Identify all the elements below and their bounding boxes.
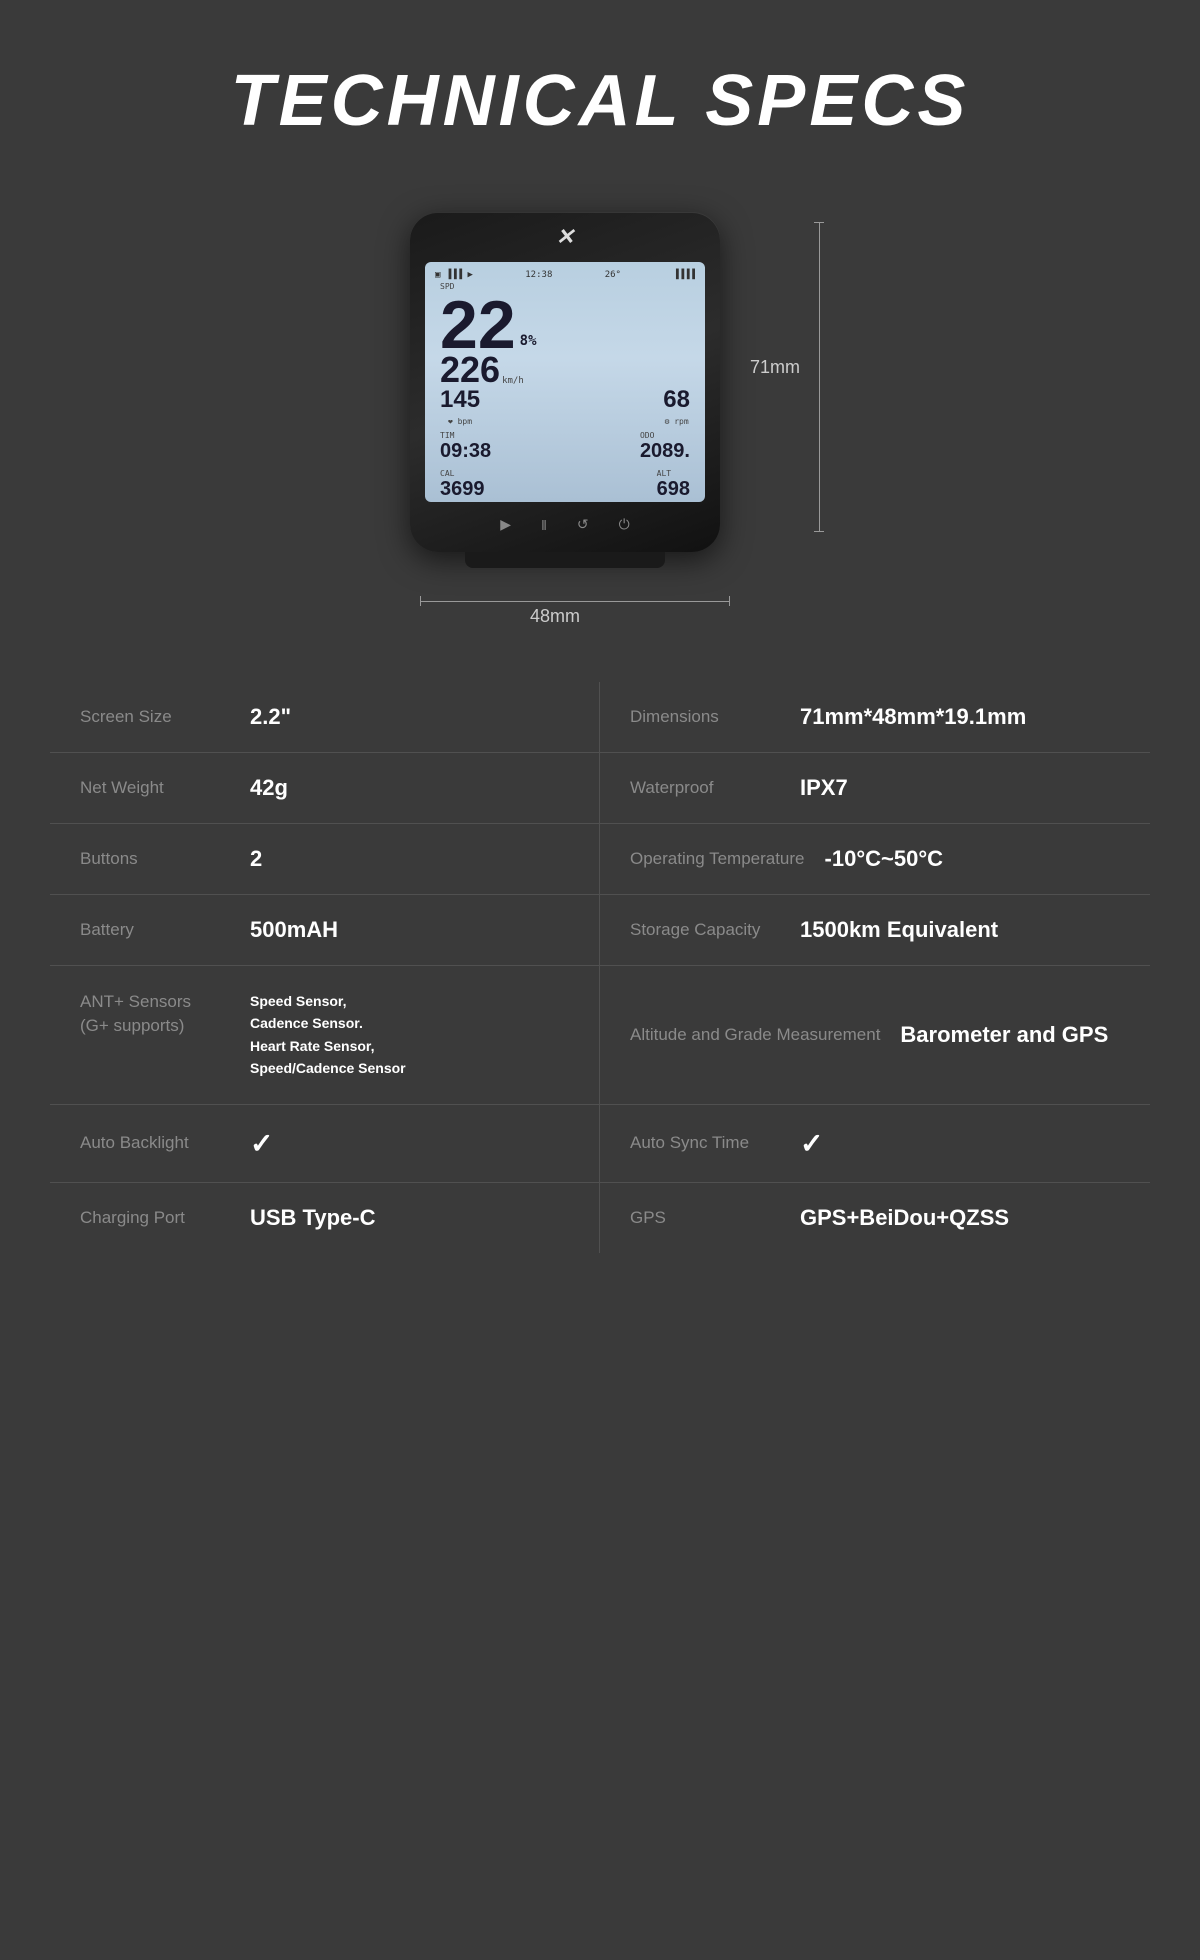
spec-value-ant: Speed Sensor, Cadence Sensor. Heart Rate… [250,990,406,1080]
spec-value-auto-backlight: ✓ [250,1127,273,1160]
screen-hr-metric: 145 ❤ bpm [440,386,480,427]
screen-bottom-row2: CAL 3699 ALT 698 [435,465,695,501]
pause-icon: ‖ [541,517,547,533]
screen-speed: 226 [440,349,500,391]
spec-value-buttons: 2 [250,846,262,872]
spec-value-gps: GPS+BeiDou+QZSS [800,1205,1009,1231]
screen-cadence-unit: ⚙ rpm [665,417,689,426]
spec-label-dimensions: Dimensions [630,705,780,729]
device-mount [465,552,665,568]
screen-alt: ALT 698 [657,469,690,501]
device-top: ✕ [410,212,720,262]
spec-label-battery: Battery [80,918,230,942]
play-icon: ▶ [500,516,511,533]
specs-row-0: Screen Size 2.2" Dimensions 71mm*48mm*19… [50,682,1150,753]
spec-label-screen-size: Screen Size [80,705,230,729]
spec-value-weight: 42g [250,775,288,801]
specs-row-2: Buttons 2 Operating Temperature -10°C~50… [50,824,1150,895]
spec-cell-battery: Battery 500mAH [50,895,600,965]
device-illustration: ✕ ▣ ▐▐▐ ▶ 12:38 26° ▐▐▐▐ SPD 22 8% [410,212,720,572]
screen-temp: 26° [605,270,621,280]
screen-tim: TIM 09:38 [440,431,491,463]
horizontal-dimension-line [420,601,730,602]
spec-value-waterproof: IPX7 [800,775,848,801]
screen-bottom-row: TIM 09:38 ODO 2089. [435,427,695,463]
horizontal-dimension-label: 48mm [530,606,580,627]
device-container: ✕ ▣ ▐▐▐ ▶ 12:38 26° ▐▐▐▐ SPD 22 8% [350,202,850,622]
spec-cell-auto-backlight: Auto Backlight ✓ [50,1105,600,1182]
spec-label-buttons: Buttons [80,847,230,871]
spec-label-waterproof: Waterproof [630,776,780,800]
specs-row-1: Net Weight 42g Waterproof IPX7 [50,753,1150,824]
spec-label-charging-port: Charging Port [80,1206,230,1230]
screen-sub-row: 145 ❤ bpm 68 ⚙ rpm [435,386,695,427]
spec-cell-weight: Net Weight 42g [50,753,600,823]
specs-row-3: Battery 500mAH Storage Capacity 1500km E… [50,895,1150,966]
spec-label-auto-backlight: Auto Backlight [80,1131,230,1155]
screen-kmh: km/h [502,376,524,386]
refresh-icon: ↺ [577,516,589,533]
power-icon: ⏻ [619,516,630,533]
screen-status-icons: ▣ ▐▐▐ ▶ [435,270,473,280]
spec-cell-operating-temp: Operating Temperature -10°C~50°C [600,824,1150,894]
screen-grade: 8% [520,333,537,349]
screen-cadence-metric: 68 ⚙ rpm [663,386,690,427]
spec-value-auto-sync: ✓ [800,1127,823,1160]
specs-row-6: Charging Port USB Type-C GPS GPS+BeiDou+… [50,1183,1150,1253]
spec-cell-buttons: Buttons 2 [50,824,600,894]
vertical-dimension-line [819,222,820,532]
screen-odo: ODO 2089. [640,431,690,463]
spec-value-battery: 500mAH [250,917,338,943]
spec-cell-auto-sync: Auto Sync Time ✓ [600,1105,1150,1182]
spec-value-operating-temp: -10°C~50°C [825,846,944,872]
device-logo: ✕ [556,224,574,250]
spec-cell-ant: ANT+ Sensors (G+ supports) Speed Sensor,… [50,966,600,1104]
screen-battery-icon: ▐▐▐▐ [673,270,695,280]
spec-cell-charging-port: Charging Port USB Type-C [50,1183,600,1253]
spec-value-storage: 1500km Equivalent [800,917,998,943]
spec-label-auto-sync: Auto Sync Time [630,1131,780,1155]
device-screen: ▣ ▐▐▐ ▶ 12:38 26° ▐▐▐▐ SPD 22 8% 226 [425,262,705,502]
page-wrapper: TECHNICAL SPECS ✕ ▣ ▐▐▐ ▶ 12:38 26° ▐▐▐▐… [0,0,1200,1960]
spec-value-charging-port: USB Type-C [250,1205,376,1231]
page-title: TECHNICAL SPECS [231,60,970,142]
spec-cell-gps: GPS GPS+BeiDou+QZSS [600,1183,1150,1253]
spec-value-altitude: Barometer and GPS [900,1022,1108,1048]
spec-cell-storage: Storage Capacity 1500km Equivalent [600,895,1150,965]
spec-cell-waterproof: Waterproof IPX7 [600,753,1150,823]
spec-value-screen-size: 2.2" [250,704,291,730]
device-body: ✕ ▣ ▐▐▐ ▶ 12:38 26° ▐▐▐▐ SPD 22 8% [410,212,720,552]
spec-label-weight: Net Weight [80,776,230,800]
spec-label-gps: GPS [630,1206,780,1230]
spec-label-ant: ANT+ Sensors (G+ supports) [80,990,230,1038]
specs-row-4: ANT+ Sensors (G+ supports) Speed Sensor,… [50,966,1150,1105]
screen-hr-unit: ❤ bpm [448,417,472,426]
spec-label-altitude: Altitude and Grade Measurement [630,1023,880,1047]
specs-table: Screen Size 2.2" Dimensions 71mm*48mm*19… [50,682,1150,1253]
vertical-dimension-label: 71mm [750,357,800,378]
screen-time: 12:38 [525,270,552,280]
device-buttons: ▶ ‖ ↺ ⏻ [410,502,720,547]
spec-cell-dimensions: Dimensions 71mm*48mm*19.1mm [600,682,1150,752]
screen-top-bar: ▣ ▐▐▐ ▶ 12:38 26° ▐▐▐▐ [435,270,695,280]
spec-cell-screen-size: Screen Size 2.2" [50,682,600,752]
specs-row-5: Auto Backlight ✓ Auto Sync Time ✓ [50,1105,1150,1183]
spec-label-operating-temp: Operating Temperature [630,847,805,871]
spec-label-storage: Storage Capacity [630,918,780,942]
screen-cal: CAL 3699 [440,469,485,501]
spec-cell-altitude: Altitude and Grade Measurement Barometer… [600,966,1150,1104]
spec-value-dimensions: 71mm*48mm*19.1mm [800,704,1026,730]
